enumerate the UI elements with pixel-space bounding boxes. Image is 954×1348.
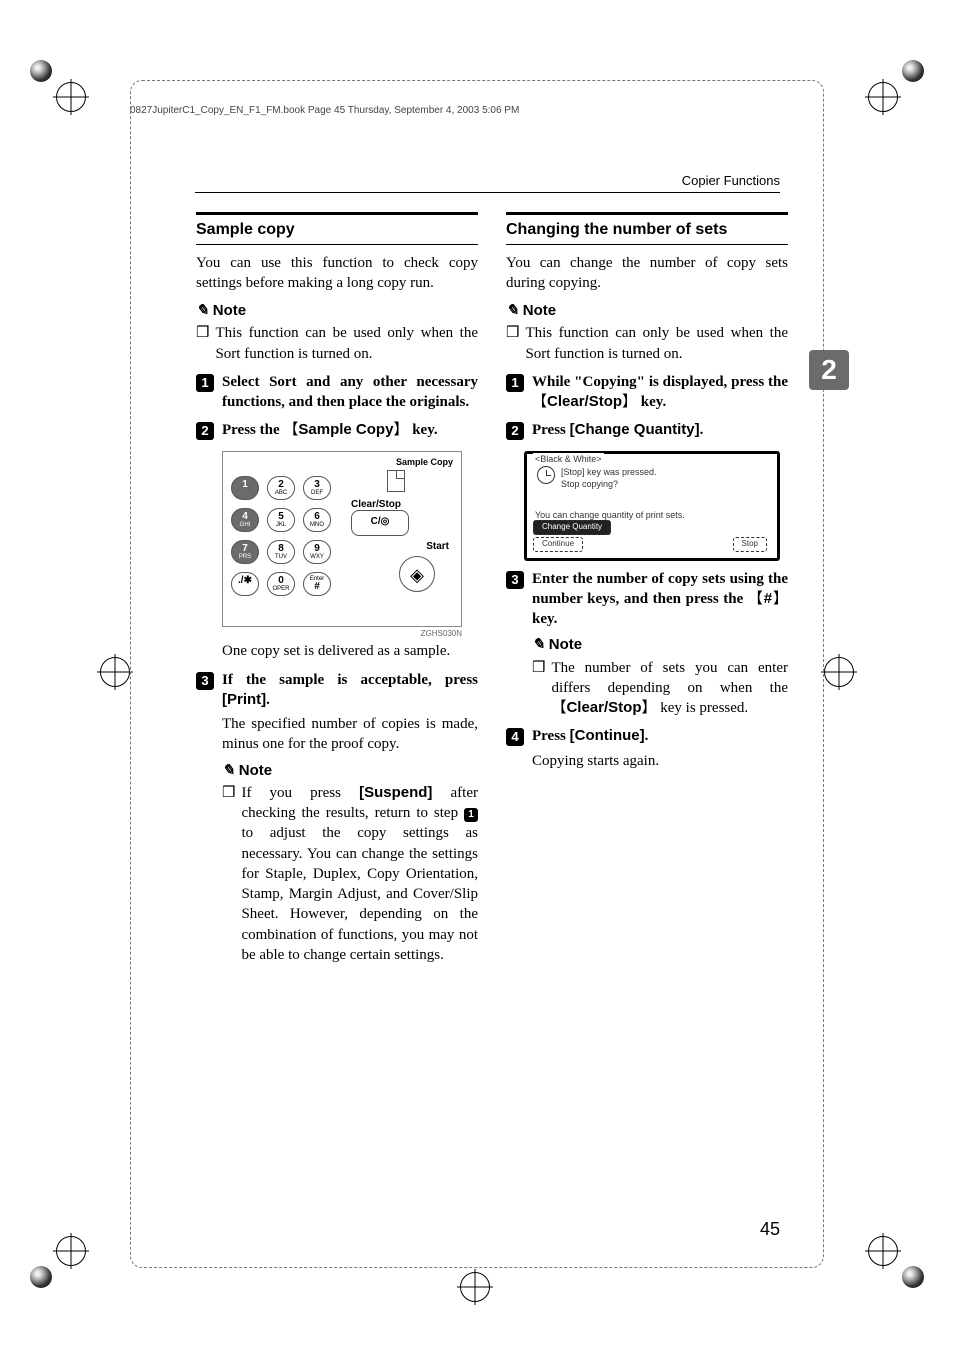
step-4: 4 Press [Continue]. [506,726,788,746]
step-3: 3 If the sample is acceptable, press [Pr… [196,670,478,711]
step-number-icon: 4 [506,728,524,746]
step-number-icon: 2 [506,422,524,440]
start-label: Start [426,540,449,554]
body-text: The specified number of copies is made, … [222,714,478,755]
step-number-icon: 3 [196,672,214,690]
bullet-icon: ❒ [506,323,519,364]
page-number: 45 [760,1219,780,1240]
lcd-panel: <Black & White> [Stop] key was pressed. … [524,451,780,561]
lead-text: You can change the number of copy sets d… [506,253,788,294]
note-item: ❒ This function can be used only when th… [196,323,478,364]
note-heading: Note [506,301,788,321]
lcd-buttons: Change Quantity Continue Stop [533,518,771,552]
lcd-change-quantity-button: Change Quantity [533,520,611,535]
section-title-changing-sets: Changing the number of sets [506,212,788,245]
bullet-icon: ❒ [222,783,235,965]
suspend-softkey: [Suspend] [359,784,432,801]
note-item: ❒ This function can only be used when th… [506,323,788,364]
continue-softkey: [Continue] [570,727,645,744]
key-4: 4GHI [231,508,259,532]
clock-icon [537,466,555,484]
clear-stop-key: Clear/Stop [532,393,637,410]
note-item: ❒ If you press [Suspend] after checking … [222,783,478,965]
lcd-stop-button: Stop [733,537,767,552]
note-item: ❒ The number of sets you can enter diffe… [532,658,788,719]
lcd-continue-button: Continue [533,537,583,552]
file-header: 0827JupiterC1_Copy_EN_F1_FM.book Page 45… [130,105,824,116]
step-2: 2 Press [Change Quantity]. [506,420,788,440]
section-title-sample-copy: Sample copy [196,212,478,245]
note-heading: Note [222,761,478,781]
print-softkey: [Print] [222,691,266,708]
key-2: 2ABC [267,476,295,500]
key-7: 7PRS [231,540,259,564]
lead-text: You can use this function to check copy … [196,253,478,294]
step-number-icon: 1 [506,374,524,392]
step-2: 2 Press the Sample Copy key. [196,420,478,440]
crop-mark [886,64,920,98]
clear-stop-key: Clear/Stop [551,699,656,716]
lcd-tab: <Black & White> [533,453,604,465]
key-3: 3DEF [303,476,331,500]
clear-stop-key: C/◎ [351,510,409,536]
step-3: 3 Enter the number of copy sets using th… [506,569,788,630]
key-6: 6MNO [303,508,331,532]
keypad-panel: Sample Copy 1 2ABC 3DEF 4GHI 5JKL 6MNO 7… [222,451,462,627]
body-text: One copy set is delivered as a sample. [222,641,478,661]
running-rule [195,192,780,193]
key-8: 8TUV [267,540,295,564]
key-5: 5JKL [267,508,295,532]
keypad-figure: Sample Copy 1 2ABC 3DEF 4GHI 5JKL 6MNO 7… [222,451,462,640]
crop-mark [34,1250,68,1284]
step-ref-icon: 1 [464,808,478,822]
step-number-icon: 2 [196,422,214,440]
crop-mark [34,64,68,98]
sample-copy-key: Sample Copy [283,421,408,438]
running-head: Copier Functions [682,173,780,188]
key-0: 0OPER [267,572,295,596]
lcd-message: [Stop] key was pressed. Stop copying? [537,466,771,490]
document-icon [387,470,405,492]
lcd-figure: <Black & White> [Stop] key was pressed. … [524,451,764,561]
step-number-icon: 3 [506,571,524,589]
change-quantity-softkey: [Change Quantity] [570,421,700,438]
start-key: ◈ [399,556,435,592]
step-1: 1 Select Sort and any other necessary fu… [196,372,478,413]
body-text: Copying starts again. [532,751,788,771]
hash-key: # [748,590,788,607]
bullet-icon: ❒ [196,323,209,364]
step-number-icon: 1 [196,374,214,392]
key-9: 9WXY [303,540,331,564]
keypad-title: Sample Copy [396,456,453,468]
bullet-icon: ❒ [532,658,545,719]
key-enter: Enter# [303,572,331,596]
crop-mark [886,1250,920,1284]
crop-mark [460,1272,494,1306]
step-1: 1 While "Copying" is displayed, press th… [506,372,788,413]
note-heading: Note [196,301,478,321]
note-heading: Note [532,635,788,655]
key-1: 1 [231,476,259,500]
figure-caption: ZGHS030N [222,629,462,640]
key-star: ./✱ [231,572,259,596]
right-column: Changing the number of sets You can chan… [506,212,788,777]
left-column: Sample copy You can use this function to… [196,212,478,971]
chapter-tab: 2 [809,350,849,390]
crop-mark [100,657,134,691]
crop-mark [820,657,854,691]
